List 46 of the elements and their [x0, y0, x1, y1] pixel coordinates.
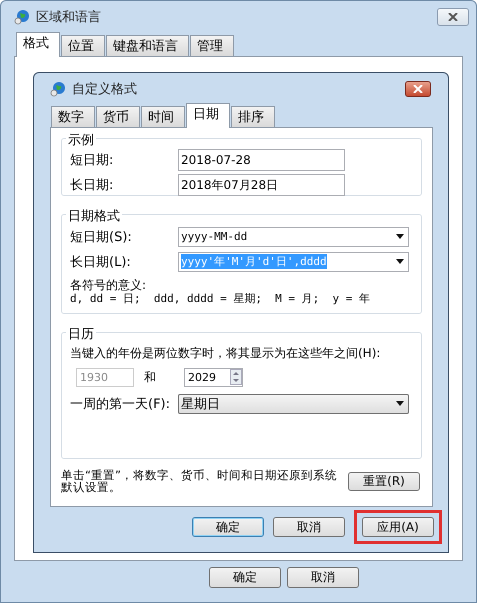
field-label: 长日期:	[70, 176, 114, 194]
globe-icon	[50, 80, 66, 96]
year-field: 1930	[76, 368, 134, 386]
button[interactable]: 取消	[287, 567, 359, 588]
year-spinner[interactable]: 2029	[184, 368, 243, 386]
group-title: 日历	[66, 325, 96, 343]
field-label: 长日期(L):	[70, 254, 132, 270]
button[interactable]: 确定	[209, 567, 281, 588]
tab[interactable]: 位置	[61, 35, 105, 56]
calendar-note: 当键入的年份是两位数字时，将其显示为在这些年之间(H):	[70, 345, 382, 362]
button[interactable]: 取消	[273, 517, 345, 537]
tab[interactable]: 管理	[190, 35, 234, 56]
reset-button[interactable]: 重置(R)	[348, 472, 420, 490]
tab[interactable]: 货币	[96, 106, 140, 127]
button[interactable]: 确定	[192, 517, 264, 537]
globe-icon	[14, 9, 30, 25]
group-title: 示例	[66, 131, 96, 149]
close-button[interactable]	[437, 8, 469, 26]
dropdown-arrow-icon[interactable]	[396, 234, 404, 239]
and-label: 和	[144, 368, 157, 386]
tab[interactable]: 数字	[51, 106, 95, 127]
text-field[interactable]: 2018-07-28	[178, 148, 345, 170]
legend-title: 各符号的意义:	[70, 279, 148, 292]
tab[interactable]: 格式	[16, 32, 60, 57]
dropdown-arrow-icon[interactable]	[396, 401, 404, 406]
group-title: 日期格式	[66, 207, 122, 225]
field-label: 短日期(S):	[70, 228, 133, 246]
dropdown-arrow-icon[interactable]	[396, 259, 404, 264]
spin-arrows-icon[interactable]	[230, 369, 242, 385]
tab[interactable]: 键盘和语言	[106, 35, 189, 56]
close-icon	[413, 84, 423, 92]
dropdown[interactable]: 星期日	[178, 394, 409, 414]
tab[interactable]: 日期	[186, 103, 230, 128]
tab[interactable]: 排序	[231, 106, 275, 127]
field-label: 短日期:	[70, 152, 114, 168]
text-field[interactable]: 2018年07月28日	[178, 174, 345, 196]
reset-note: 单击“重置”，将数字、货币、时间和日期还原到系统默认设置。	[61, 469, 338, 493]
legend-text: d, dd = 日; ddd, dddd = 星期; M = 月; y = 年	[70, 292, 372, 305]
tab[interactable]: 时间	[141, 106, 185, 127]
field-label: 一周的第一天(F):	[70, 396, 172, 412]
dialog-title: 自定义格式	[72, 80, 138, 98]
close-icon	[448, 13, 458, 21]
close-button[interactable]	[405, 80, 431, 96]
window-title: 区域和语言	[36, 9, 102, 26]
dropdown[interactable]: yyyy-MM-dd	[178, 226, 409, 246]
button[interactable]: 应用(A)	[362, 517, 434, 537]
